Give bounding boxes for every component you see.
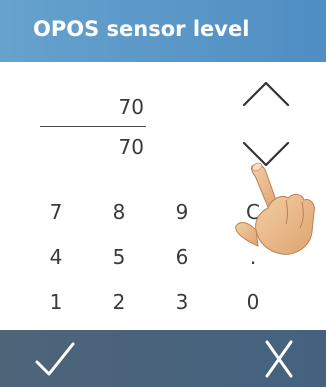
- title-bar: OPOS sensor level: [0, 0, 326, 62]
- pointing-hand-icon: [235, 162, 315, 255]
- key-6[interactable]: 6: [162, 245, 202, 269]
- key-3[interactable]: 3: [162, 290, 202, 314]
- page-title: OPOS sensor level: [33, 17, 250, 41]
- key-9[interactable]: 9: [162, 200, 202, 224]
- setpoint-value[interactable]: 70: [119, 135, 144, 159]
- close-icon[interactable]: [257, 338, 301, 380]
- key-0[interactable]: 0: [233, 290, 273, 314]
- key-8[interactable]: 8: [99, 200, 139, 224]
- checkmark-icon[interactable]: [33, 338, 77, 380]
- current-value: 70: [118, 95, 144, 119]
- key-1[interactable]: 1: [36, 290, 76, 314]
- value-divider: [40, 126, 146, 127]
- chevron-up-icon[interactable]: [241, 78, 291, 108]
- key-2[interactable]: 2: [99, 290, 139, 314]
- key-5[interactable]: 5: [99, 245, 139, 269]
- key-4[interactable]: 4: [36, 245, 76, 269]
- action-bar: [0, 330, 326, 387]
- key-7[interactable]: 7: [36, 200, 76, 224]
